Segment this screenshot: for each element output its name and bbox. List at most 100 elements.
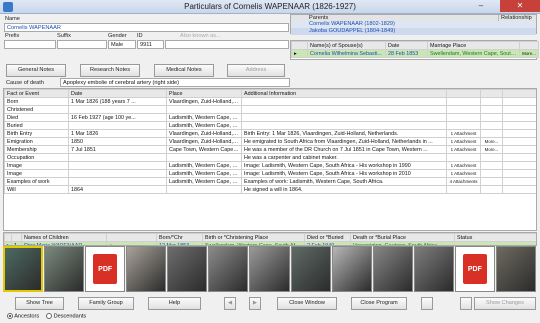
fact-attachment[interactable]: 4 Attachments: [446, 177, 481, 186]
scroll-right-button[interactable]: [460, 297, 472, 310]
pdf-thumbnail[interactable]: PDF: [85, 246, 126, 292]
research-notes-button[interactable]: Research Notes: [80, 64, 140, 77]
help-button[interactable]: Help: [148, 297, 201, 310]
fact-place: Ladismith, Western Cape, South Africa: [166, 113, 242, 122]
suffix-field[interactable]: [57, 40, 107, 49]
children-table: Names of Children Born/*Chr Birth or *Ch…: [4, 233, 536, 245]
fact-row[interactable]: Image Ladismith, Western Cape, South Afri…: [4, 161, 536, 170]
photo-thumbnail[interactable]: [372, 246, 413, 292]
spouses-table: Name(s) of Spouse(s) Date Marriage Place ▸…: [291, 41, 539, 58]
fact-attachment[interactable]: 1 Attachment: [446, 129, 481, 138]
spouse-name-header: Name(s) of Spouse(s): [307, 41, 386, 50]
parent-row-mother[interactable]: Jakoba GOUDAPPEL (1804-1849): [291, 28, 536, 35]
fact-row[interactable]: Membership 7 Jul 1851 Cape Town, Western C…: [4, 145, 536, 154]
fact-info: [241, 105, 447, 114]
descendants-radio-icon[interactable]: [46, 313, 52, 319]
fact-more[interactable]: [480, 105, 503, 114]
fact-attachment[interactable]: [446, 113, 481, 122]
fact-attachment[interactable]: [446, 97, 481, 106]
spouse-name[interactable]: Cornelia Wilhelmina Sebasti...: [307, 49, 386, 58]
fact-more[interactable]: More...: [480, 145, 503, 154]
parent-row-father[interactable]: Cornelis WAPENAAR (1802-1829): [291, 21, 536, 28]
cause-of-death-field[interactable]: Apoplexy embolie of cerebral artery (rig…: [60, 78, 290, 87]
descendants-option[interactable]: Descendants: [46, 313, 86, 319]
id-field[interactable]: 9911: [137, 40, 164, 49]
fact-more[interactable]: [480, 129, 503, 138]
fact-attachment[interactable]: 1 Attachment: [446, 161, 481, 170]
child-deathplace-header: Death or *Burial Place: [350, 233, 455, 242]
fact-row[interactable]: Image Ladismith, Western Cape, South Afri…: [4, 169, 536, 178]
close-window-icon[interactable]: ✕: [500, 0, 540, 12]
photo-thumbnail[interactable]: [167, 246, 208, 292]
fact-row[interactable]: Christened: [4, 105, 536, 114]
pdf-thumbnail[interactable]: PDF: [454, 246, 495, 292]
family-group-button[interactable]: Family Group: [78, 297, 134, 310]
fact-row[interactable]: Buried Ladismith, Western Cape, South Afr…: [4, 121, 536, 130]
show-tree-button[interactable]: Show Tree: [15, 297, 64, 310]
window-title: Particulars of Cornelis WAPENAAR (1826-1…: [184, 2, 356, 11]
spouse-date-header: Date: [385, 41, 428, 50]
photo-thumbnail[interactable]: [44, 246, 85, 292]
child-birthplace-header: Birth or *Christening Place: [202, 233, 305, 242]
fact-more[interactable]: [480, 177, 503, 186]
scroll-left-button[interactable]: [421, 297, 433, 310]
ancestors-radio-icon[interactable]: [7, 313, 13, 319]
attachment-header: [446, 89, 481, 98]
fact-more[interactable]: [480, 153, 503, 162]
fact-row[interactable]: Emigration 1850 Vlaardingen, Zuid-Holland,…: [4, 137, 536, 146]
fact-attachment[interactable]: [446, 185, 481, 194]
spouse-more-header: [519, 41, 539, 50]
fact-row[interactable]: Will 1864 He signed a will in 1864.: [4, 185, 536, 194]
more-header: [480, 89, 503, 98]
gender-field[interactable]: Male: [108, 40, 136, 49]
minimize-button[interactable]: –: [470, 0, 492, 12]
general-notes-button[interactable]: General Notes: [6, 64, 66, 77]
photo-thumbnail[interactable]: [331, 246, 372, 292]
also-known-as-field[interactable]: [165, 40, 289, 49]
prefix-field[interactable]: [4, 40, 56, 49]
fact-attachment[interactable]: 1 Attachment: [446, 169, 481, 178]
show-changes-button[interactable]: Show Changes: [474, 297, 536, 310]
fact-attachment[interactable]: 1 Attachment: [446, 145, 481, 154]
fact-more[interactable]: [480, 161, 503, 170]
fact-info: Image: Ladismith, Western Cape, South Af…: [241, 169, 447, 178]
relationship-header: Relationship: [498, 15, 532, 21]
photo-thumbnail[interactable]: [3, 246, 44, 292]
photo-thumbnail[interactable]: [208, 246, 249, 292]
fact-more[interactable]: [480, 169, 503, 178]
fact-name: Born: [4, 97, 69, 106]
fact-attachment[interactable]: [446, 105, 481, 114]
address-button[interactable]: Address: [227, 64, 285, 77]
fact-more[interactable]: [480, 113, 503, 122]
close-program-button[interactable]: Close Program: [351, 297, 407, 310]
fact-attachment[interactable]: [446, 153, 481, 162]
fact-attachment[interactable]: [446, 121, 481, 130]
fact-date: [68, 121, 167, 130]
fact-row[interactable]: Birth Entry 1 Mar 1826 Vlaardingen, Zuid-H…: [4, 129, 536, 138]
photo-thumbnail[interactable]: [126, 246, 167, 292]
photo-thumbnail[interactable]: [413, 246, 454, 292]
name-field[interactable]: Cornelis WAPENAAR: [4, 23, 289, 32]
spouse-more-button[interactable]: More...: [519, 49, 539, 58]
photo-thumbnail[interactable]: [290, 246, 331, 292]
fact-more[interactable]: More...: [480, 137, 503, 146]
medical-notes-button[interactable]: Medical Notes: [154, 64, 214, 77]
fact-row[interactable]: Occupation He was a carpenter and cabinet…: [4, 153, 536, 162]
descendants-label: Descendants: [53, 313, 87, 320]
fact-row[interactable]: Died 16 Feb 1927 (age 100 ye... Ladismith,…: [4, 113, 536, 122]
ancestors-option[interactable]: Ancestors: [7, 313, 39, 319]
suffix-label: Suffix: [57, 33, 71, 39]
previous-image-button[interactable]: ◀: [224, 297, 236, 310]
prefix-label: Prefix: [5, 33, 20, 39]
fact-attachment[interactable]: 1 Attachment: [446, 137, 481, 146]
photo-thumbnail[interactable]: [249, 246, 290, 292]
photo-thumbnail[interactable]: [495, 246, 536, 292]
fact-more[interactable]: [480, 185, 503, 194]
next-image-button[interactable]: ▶: [249, 297, 261, 310]
fact-row[interactable]: Born 1 Mar 1826 (188 years 7 ... Vlaarding…: [4, 97, 536, 106]
close-window-button[interactable]: Close Window: [277, 297, 337, 310]
fact-spare: [502, 129, 536, 138]
fact-row[interactable]: Examples of work Ladismith, Western Cape,…: [4, 177, 536, 186]
fact-more[interactable]: [480, 97, 503, 106]
fact-more[interactable]: [480, 121, 503, 130]
